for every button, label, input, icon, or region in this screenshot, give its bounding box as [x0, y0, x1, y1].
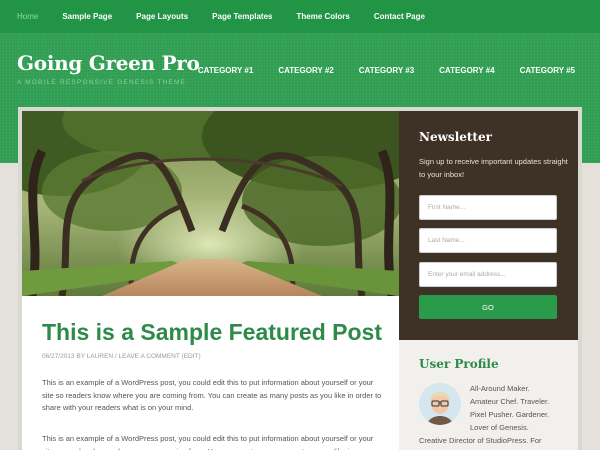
category-item-3[interactable]: CATEGORY #3: [359, 66, 414, 75]
category-item-4[interactable]: CATEGORY #4: [439, 66, 494, 75]
profile-photo-icon: [419, 383, 461, 425]
newsletter-widget: Newsletter Sign up to receive important …: [399, 111, 578, 340]
tree-tunnel-photo: [22, 111, 399, 296]
post-by: BY: [76, 353, 85, 360]
category-item-1[interactable]: CATEGORY #1: [198, 66, 253, 75]
site-description: A MOBILE RESPONSIVE GENESIS THEME: [17, 79, 187, 86]
leave-comment-link[interactable]: LEAVE A COMMENT: [119, 353, 180, 360]
featured-image[interactable]: [22, 111, 399, 296]
main-content: This is a Sample Featured Post 06/27/201…: [22, 111, 399, 450]
page-edge: [582, 163, 600, 450]
nav-item-page-templates[interactable]: Page Templates: [212, 12, 272, 21]
nav-item-theme-colors[interactable]: Theme Colors: [297, 12, 350, 21]
post-meta-separator: /: [114, 353, 117, 360]
nav-item-page-layouts[interactable]: Page Layouts: [136, 12, 188, 21]
last-name-input[interactable]: [419, 228, 557, 253]
user-profile-line: Lover of Genesis.: [470, 423, 529, 432]
post-date: 06/27/2013: [42, 353, 75, 360]
user-profile-line: Amateur Chef. Traveler.: [470, 397, 550, 406]
newsletter-title: Newsletter: [419, 130, 492, 144]
edit-post-link[interactable]: (EDIT): [182, 353, 201, 360]
go-button[interactable]: GO: [419, 295, 557, 319]
post-meta: 06/27/2013 BY LAUREN / LEAVE A COMMENT (…: [42, 353, 201, 360]
nav-item-home[interactable]: Home: [17, 12, 38, 21]
post-author-link[interactable]: LAUREN: [87, 353, 113, 360]
user-profile-line: Pixel Pusher. Gardener.: [470, 410, 550, 419]
avatar: [419, 383, 461, 425]
sidebar: Newsletter Sign up to receive important …: [399, 111, 578, 450]
category-item-5[interactable]: CATEGORY #5: [520, 66, 575, 75]
email-input[interactable]: [419, 262, 557, 287]
user-profile-title: User Profile: [419, 357, 499, 371]
user-profile-line: All-Around Maker.: [470, 384, 530, 393]
first-name-input[interactable]: [419, 195, 557, 220]
category-item-2[interactable]: CATEGORY #2: [278, 66, 333, 75]
top-navigation: Home Sample Page Page Layouts Page Templ…: [0, 0, 600, 33]
nav-item-sample-page[interactable]: Sample Page: [62, 12, 112, 21]
post-paragraph: This is an example of a WordPress post, …: [42, 378, 382, 412]
post-title[interactable]: This is a Sample Featured Post: [42, 319, 382, 346]
newsletter-text: Sign up to receive important updates str…: [419, 157, 568, 179]
content-wrapper: This is a Sample Featured Post 06/27/201…: [18, 107, 582, 450]
user-profile-line: Creative Director of StudioPress. For: [419, 436, 542, 445]
category-navigation: CATEGORY #1 CATEGORY #2 CATEGORY #3 CATE…: [173, 66, 575, 75]
nav-item-contact-page[interactable]: Contact Page: [374, 12, 425, 21]
post-paragraph: This is an example of a WordPress post, …: [42, 434, 374, 450]
